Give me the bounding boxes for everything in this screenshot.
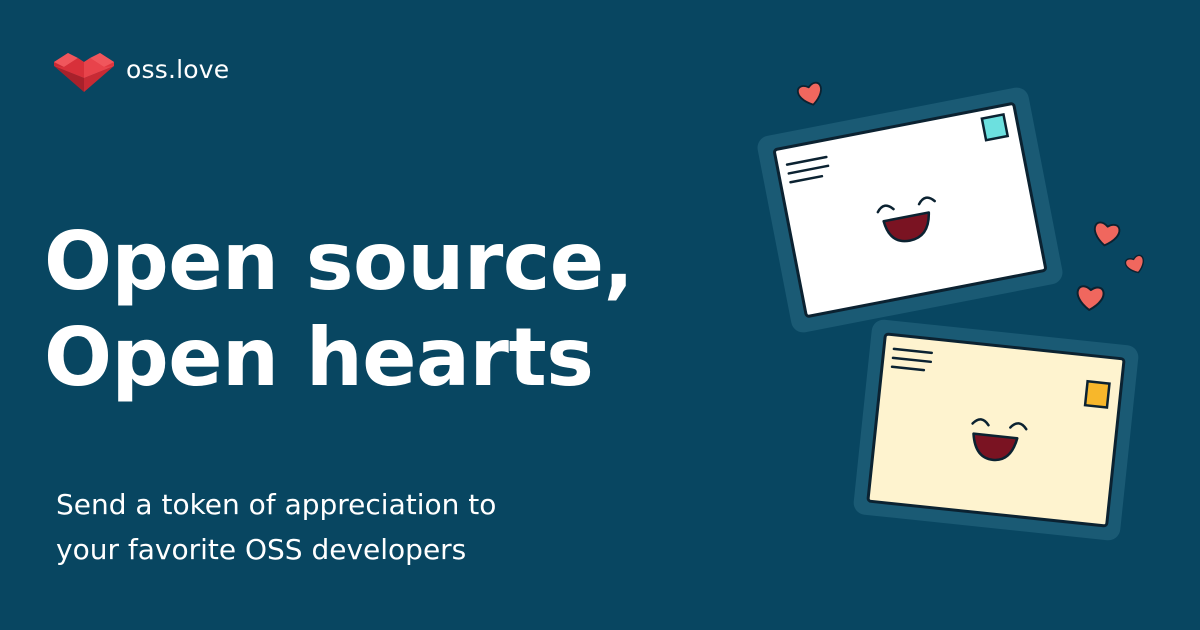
- heart-blocks-logo-icon: [54, 53, 114, 92]
- subtitle-line-1: Send a token of appreciation to: [56, 488, 497, 521]
- headline-line-1: Open source,: [44, 215, 634, 308]
- envelope-bottom: [853, 319, 1139, 541]
- envelope-bottom-paper: [866, 332, 1126, 528]
- heart-icon: [1093, 221, 1121, 247]
- headline-line-2: Open hearts: [44, 311, 594, 404]
- subtitle: Send a token of appreciation to your fav…: [56, 482, 496, 572]
- brand-name: oss.love: [126, 54, 230, 84]
- og-banner: oss.love Open source, Open hearts Send a…: [0, 0, 1200, 630]
- subtitle-line-2: your favorite OSS developers: [56, 533, 467, 566]
- envelopes-illustration: [757, 81, 1144, 541]
- envelope-top-stamp: [980, 112, 1010, 142]
- headline: Open source, Open hearts: [44, 214, 634, 406]
- heart-icon: [796, 81, 822, 106]
- brand[interactable]: oss.love: [50, 44, 229, 94]
- heart-icon: [1076, 285, 1105, 311]
- envelope-top: [757, 87, 1063, 333]
- heart-icon: [1124, 254, 1144, 274]
- envelope-bottom-stamp: [1083, 379, 1111, 409]
